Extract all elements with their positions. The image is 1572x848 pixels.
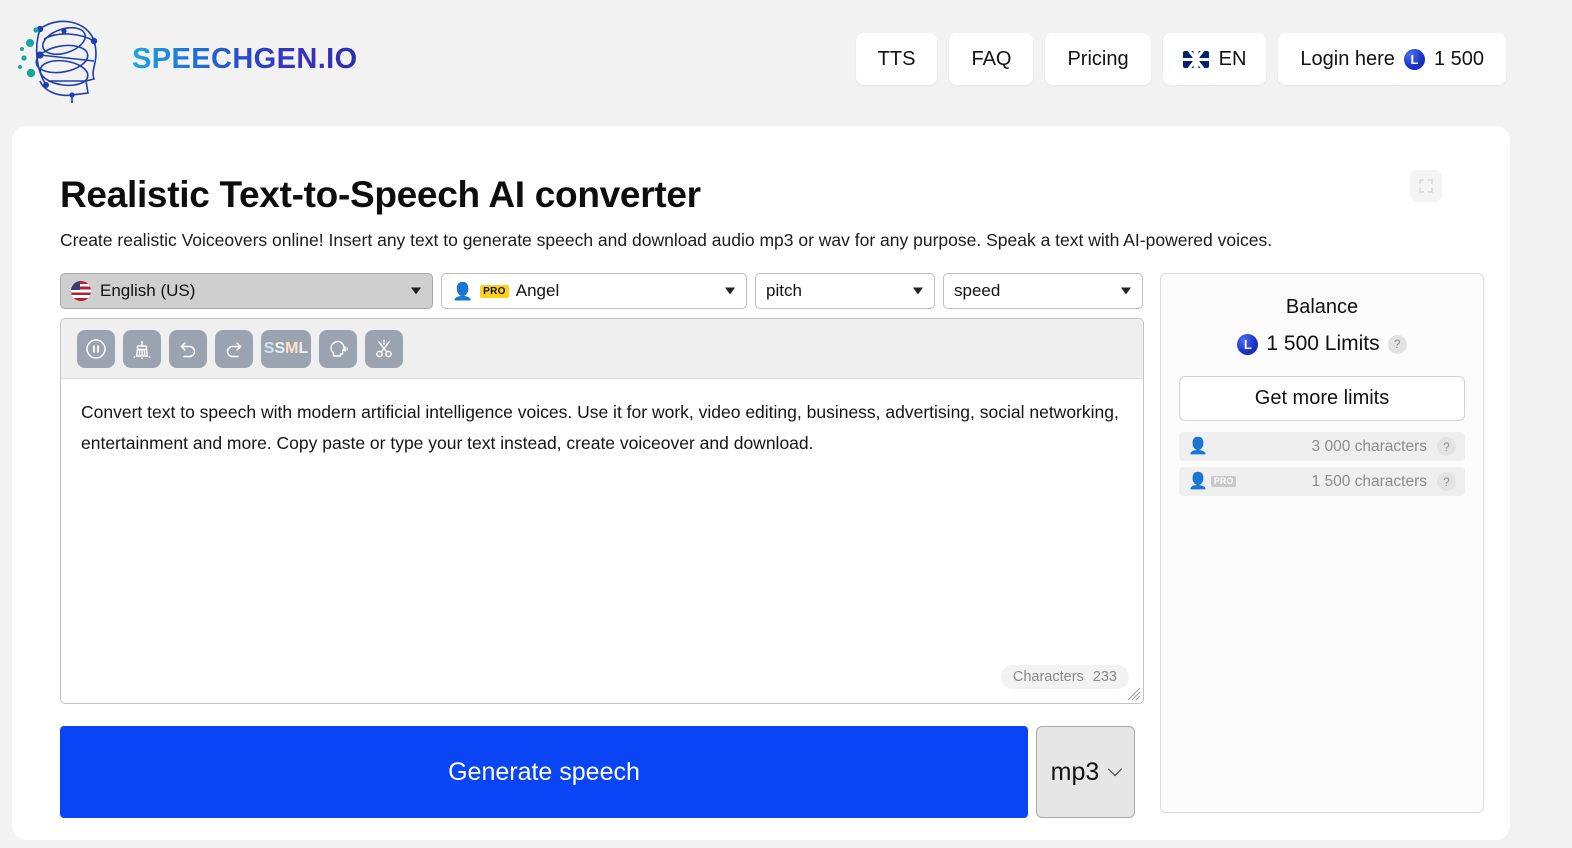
chevron-down-icon: [411, 287, 421, 295]
balance-limits-value: 1 500 Limits: [1266, 332, 1380, 355]
balance-limits-row: L 1 500 Limits ?: [1179, 332, 1465, 356]
converter-layout: English (US) 👤 PRO Angel pitch speed S S…: [60, 273, 1510, 818]
limit-row-pro-text: 1 500 characters: [1311, 472, 1427, 490]
brand-name: SPEECHGEN.IO: [132, 42, 358, 75]
language-select[interactable]: English (US): [60, 273, 433, 309]
pitch-select-value: pitch: [766, 281, 802, 300]
person-icon: 👤: [1188, 437, 1208, 455]
login-limits-amount: 1 500: [1433, 47, 1484, 70]
fullscreen-expand-icon[interactable]: [1410, 170, 1442, 202]
chevron-down-icon: [1108, 762, 1123, 777]
nav-item-pricing[interactable]: Pricing: [1045, 33, 1151, 85]
textarea-resize-handle[interactable]: [1127, 687, 1141, 701]
page-subtitle: Create realistic Voiceovers online! Inse…: [60, 230, 1273, 250]
pause-button[interactable]: [77, 329, 115, 368]
limit-row-free: 👤 3 000 characters ?: [1179, 432, 1465, 461]
ssml-button[interactable]: SSML: [261, 329, 311, 368]
limits-coin-icon: L: [1403, 48, 1425, 70]
site-header: SPEECHGEN.IO TTS FAQ Pricing EN Login he…: [0, 0, 1572, 118]
login-label: Login here: [1300, 47, 1395, 70]
limit-row-free-text: 3 000 characters: [1311, 437, 1427, 455]
voice-controls-row: English (US) 👤 PRO Angel pitch speed: [60, 273, 1144, 309]
character-counter-value: 233: [1092, 669, 1117, 685]
generate-row: Generate speech mp3: [60, 726, 1144, 818]
ssml-letter-m: M: [285, 339, 299, 357]
generate-speech-button[interactable]: Generate speech: [60, 726, 1028, 818]
text-editor: SSML Convert text to speech with modern …: [60, 318, 1144, 704]
speed-select[interactable]: speed: [943, 273, 1143, 309]
help-icon[interactable]: ?: [1437, 437, 1456, 456]
nav-item-faq[interactable]: FAQ: [949, 33, 1034, 85]
audio-format-select[interactable]: mp3: [1036, 726, 1135, 818]
character-counter-label: Characters: [1012, 669, 1084, 685]
chevron-down-icon: [1121, 287, 1131, 295]
brand-logo-link[interactable]: SPEECHGEN.IO: [10, 11, 358, 107]
language-switcher[interactable]: EN: [1162, 33, 1267, 85]
chevron-down-icon: [725, 287, 735, 295]
ssml-letter-s2: S: [274, 339, 286, 357]
chevron-down-icon: [913, 287, 923, 295]
nav-item-tts[interactable]: TTS: [855, 33, 938, 85]
cut-button[interactable]: [365, 329, 403, 368]
undo-button[interactable]: [169, 329, 207, 368]
speed-select-value: speed: [954, 281, 1001, 300]
limit-row-pro: 👤 PRO 1 500 characters ?: [1179, 467, 1465, 496]
converter-left-column: English (US) 👤 PRO Angel pitch speed S S…: [60, 273, 1144, 818]
us-flag-icon: [71, 281, 91, 301]
get-more-limits-button[interactable]: Get more limits: [1179, 376, 1465, 421]
balance-panel: Balance L 1 500 Limits ? Get more limits…: [1160, 273, 1484, 813]
ai-head-network-icon: [18, 20, 98, 103]
voice-select[interactable]: 👤 PRO Angel: [441, 273, 747, 309]
pitch-select[interactable]: pitch: [755, 273, 935, 309]
pro-badge: PRO: [480, 284, 509, 298]
uk-flag-icon: [1182, 50, 1209, 68]
editor-toolbar: SSML: [61, 319, 1143, 379]
voice-select-value: Angel: [515, 281, 560, 300]
audio-format-value: mp3: [1050, 757, 1100, 786]
limits-coin-icon: L: [1237, 333, 1259, 355]
character-counter: Characters 233: [1000, 665, 1129, 689]
ssml-letter-s1: S: [263, 339, 275, 357]
main-card: Realistic Text-to-Speech AI converter Cr…: [12, 126, 1510, 840]
clear-button[interactable]: [123, 329, 161, 368]
person-pro-icon: 👤 PRO: [1188, 473, 1237, 490]
main-navigation: TTS FAQ Pricing EN Login here L 1 500: [855, 33, 1506, 85]
language-select-value: English (US): [100, 281, 196, 300]
redo-button[interactable]: [215, 329, 253, 368]
ssml-letter-l: L: [298, 339, 309, 357]
login-button[interactable]: Login here L 1 500: [1278, 33, 1506, 85]
pronunciation-button[interactable]: [319, 329, 357, 368]
help-icon[interactable]: ?: [1387, 334, 1407, 354]
balance-title: Balance: [1285, 296, 1359, 318]
person-icon: 👤: [452, 281, 474, 301]
help-icon[interactable]: ?: [1437, 472, 1456, 491]
language-label: EN: [1218, 47, 1247, 70]
page-title: Realistic Text-to-Speech AI converter: [60, 174, 701, 215]
text-input-area[interactable]: Convert text to speech with modern artif…: [61, 379, 1143, 459]
pro-badge-gray: PRO: [1210, 475, 1237, 488]
